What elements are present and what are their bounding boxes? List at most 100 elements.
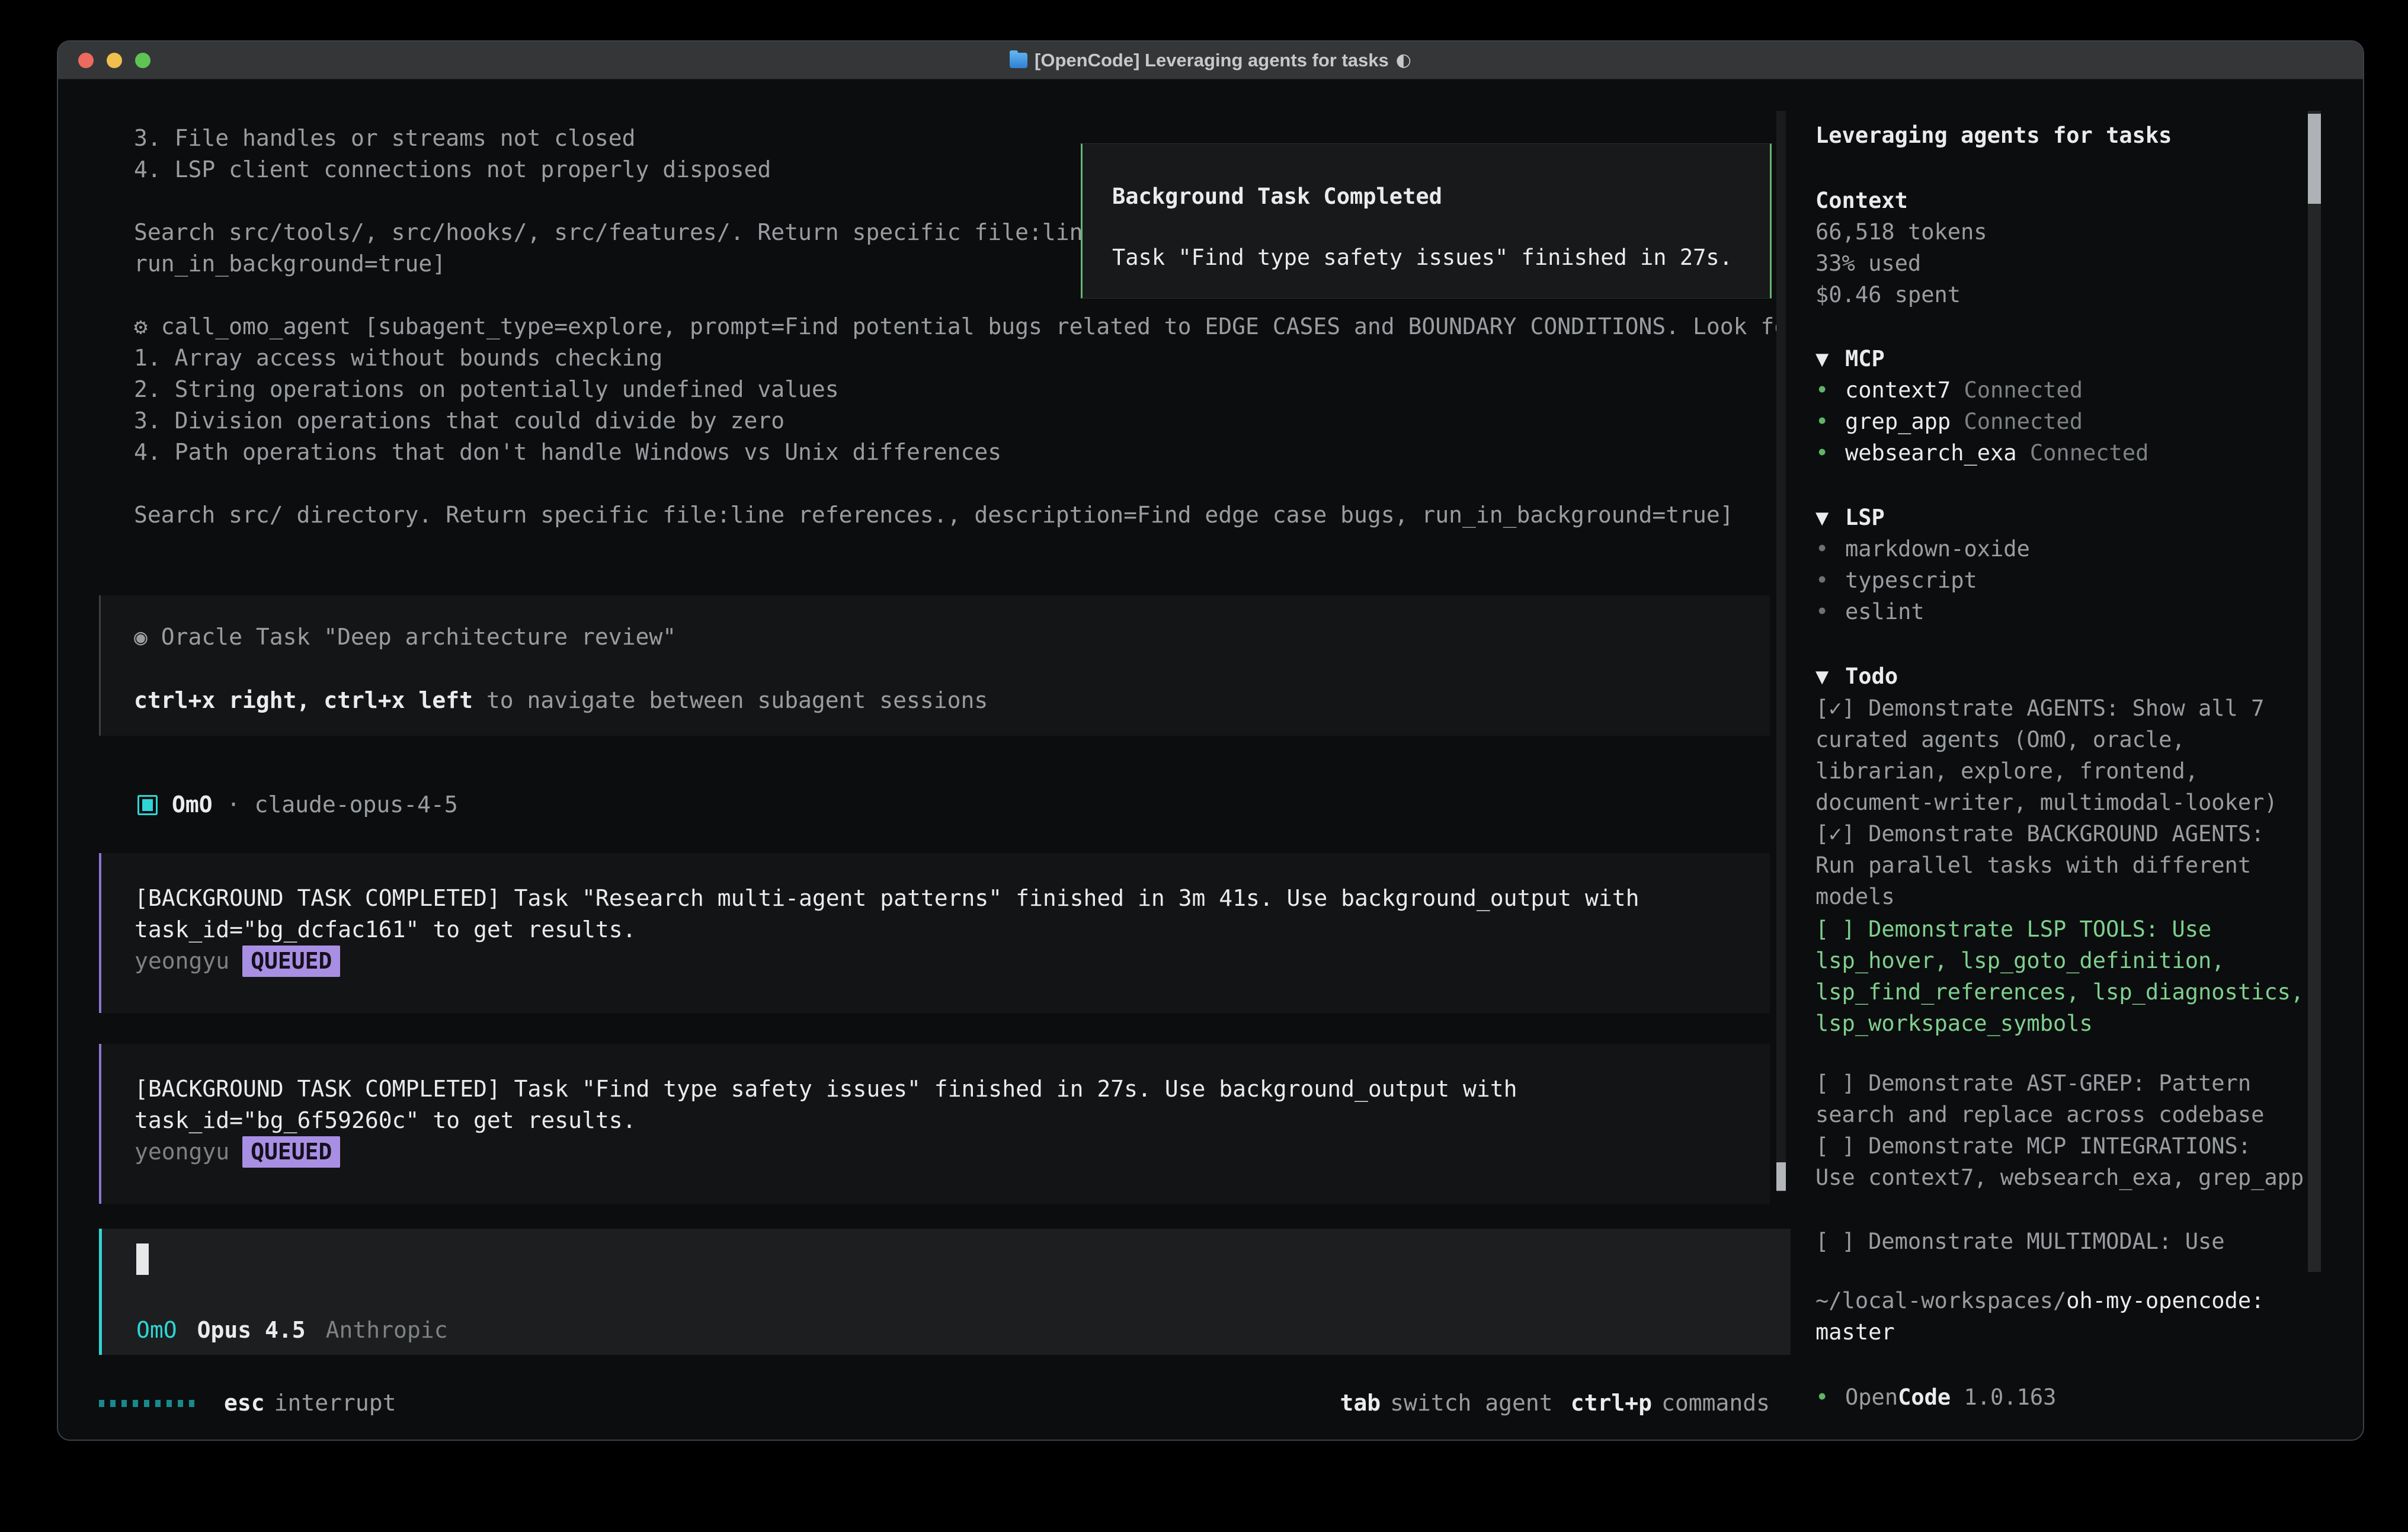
task-message-line: [BACKGROUND TASK COMPLETED] Task "Find t… [135,1073,1737,1105]
tab-key-hint: tab [1340,1387,1381,1419]
sidebar-scrollbar[interactable] [2308,111,2321,1272]
active-agent-name[interactable]: OmO [136,1315,177,1346]
bullet-icon: • [1815,437,1845,469]
lsp-item: • markdown-oxide [1815,533,2337,565]
background-task-message: [BACKGROUND TASK COMPLETED] Task "Find t… [99,1044,1770,1204]
chevron-down-icon: ▼ [1815,343,1845,374]
agent-name: OmO [172,789,213,821]
folder-icon [1010,53,1027,68]
todo-item-current: [ ] Demonstrate LSP TOOLS: Use lsp_hover… [1815,914,2337,1039]
task-user: yeongyu [135,948,229,974]
mcp-status: Connected [2030,440,2148,466]
agent-square-icon [137,795,158,815]
transcript-line: 3. Division operations that could divide… [134,405,1781,437]
hint-keys: ctrl+x right, ctrl+x left [134,687,473,713]
working-spinner-dots [99,1400,194,1407]
text-cursor [136,1243,149,1275]
context-used: 33% used [1815,248,2337,279]
transcript-scrollbar[interactable] [1776,111,1786,1192]
context-tokens: 66,518 tokens [1815,216,2337,248]
agent-session-header[interactable]: OmO · claude-opus-4-5 [137,789,458,821]
title-bar: [OpenCode] Leveraging agents for tasks ◐ [58,41,2363,79]
todo-section-header[interactable]: ▼ Todo [1815,661,2337,692]
separator-dot: · [227,789,241,821]
lsp-item: • eslint [1815,596,2337,627]
mcp-item: • context7 Connected [1815,374,2337,406]
status-bar: esc interrupt tab switch agent ctrl+p comma… [99,1387,1770,1419]
toast-title: Background Task Completed [1112,181,1740,212]
bullet-icon: • [1815,596,1845,627]
chevron-down-icon: ▼ [1815,661,1845,692]
background-task-toast[interactable]: Background Task Completed Task "Find typ… [1081,143,1772,299]
mcp-name: context7 [1845,377,1951,403]
esc-key-hint: esc [224,1387,265,1419]
app-version: 1.0.163 [1964,1384,2057,1410]
session-sidebar: Leveraging agents for tasks Context 66,5… [1802,79,2364,1440]
prompt-input[interactable]: OmO Opus 4.5 Anthropic [99,1229,1791,1355]
bullet-icon: • [1815,533,1845,565]
sidebar-scrollbar-thumb[interactable] [2308,114,2321,204]
maximize-window-button[interactable] [135,53,150,68]
context-spent: $0.46 spent [1815,279,2337,310]
lsp-section-header[interactable]: ▼ LSP [1815,502,2337,533]
oracle-task-title: ◉ Oracle Task "Deep architecture review" [134,621,1737,653]
lsp-item: • typescript [1815,565,2337,596]
esc-key-label: interrupt [274,1387,396,1419]
chevron-down-icon: ▼ [1815,502,1845,533]
bullet-icon: • [1815,374,1845,406]
session-title: Leveraging agents for tasks [1815,120,2337,151]
transcript-line: 4. Path operations that don't handle Win… [134,437,1781,468]
context-section: Context 66,518 tokens 33% used $0.46 spe… [1815,185,2337,310]
workspace-repo: oh-my-opencode: [2066,1288,2264,1313]
lsp-name: typescript [1845,565,1977,596]
mcp-item: • websearch_exa Connected [1815,437,2337,469]
transcript-line: 1. Array access without bounds checking [134,342,1781,374]
lsp-section: ▼ LSP • markdown-oxide • typescript • es… [1815,502,2337,627]
hint-text: to navigate between subagent sessions [473,687,988,713]
record-circle-icon: ◉ [134,624,148,650]
oracle-task-panel: ◉ Oracle Task "Deep architecture review"… [99,595,1770,736]
transcript-line: Search src/ directory. Return specific f… [134,499,1781,531]
todo-item-pending: [ ] Demonstrate AST-GREP: Pattern search… [1815,1068,2337,1130]
app-name-light: Open [1845,1384,1898,1410]
minimize-window-button[interactable] [107,53,122,68]
tool-call-text: call_omo_agent [subagent_type=explore, p… [148,313,1781,339]
transcript-line: 2. String operations on potentially unde… [134,374,1781,405]
ctrlp-key-hint: ctrl+p [1571,1387,1652,1419]
ctrlp-key-label: commands [1661,1387,1770,1419]
close-window-button[interactable] [78,53,94,68]
queued-status-badge: QUEUED [242,946,340,977]
window-controls [78,41,150,79]
lsp-name: markdown-oxide [1845,533,2030,565]
lsp-name: eslint [1845,596,1925,627]
window-title: [OpenCode] Leveraging agents for tasks [1035,50,1389,71]
mcp-item: • grep_app Connected [1815,406,2337,437]
todo-item-done: [✓] Demonstrate AGENTS: Show all 7 curat… [1815,693,2337,818]
queued-status-badge: QUEUED [242,1136,340,1168]
workspace-branch: master [1815,1316,2337,1348]
blank-line [134,468,1781,499]
workspace-path: ~/local-workspaces/oh-my-opencode: maste… [1815,1285,2337,1348]
todo-item-pending: [ ] Demonstrate MULTIMODAL: Use [1815,1226,2337,1257]
task-message-line: task_id="bg_6f59260c" to get results. [135,1105,1737,1136]
mcp-section-header[interactable]: ▼ MCP [1815,343,2337,374]
agent-model: claude-opus-4-5 [255,789,458,821]
bullet-icon: • [1815,406,1845,437]
task-meta-line: yeongyu QUEUED [135,946,1737,977]
task-message-line: task_id="bg_dcfac161" to get results. [135,914,1737,946]
subagent-navigation-hint: ctrl+x right, ctrl+x left to navigate be… [134,685,1737,716]
tab-key-label: switch agent [1390,1387,1553,1419]
background-task-message: [BACKGROUND TASK COMPLETED] Task "Resear… [99,853,1770,1013]
app-window: [OpenCode] Leveraging agents for tasks ◐… [57,40,2364,1441]
model-provider: Anthropic [326,1315,448,1346]
bullet-icon: • [1815,565,1845,596]
status-dot-icon: • [1815,1382,1845,1413]
workspace-path-prefix: ~/local-workspaces/ [1815,1288,2066,1313]
context-header: Context [1815,185,2337,216]
active-model-name[interactable]: Opus 4.5 [197,1315,306,1346]
toast-body: Task "Find type safety issues" finished … [1112,242,1740,273]
mcp-section: ▼ MCP • context7 Connected • grep_app Co… [1815,343,2337,469]
mcp-status [1951,377,1964,403]
transcript-scrollbar-thumb[interactable] [1776,1162,1786,1191]
mcp-status: Connected [1964,409,2083,434]
